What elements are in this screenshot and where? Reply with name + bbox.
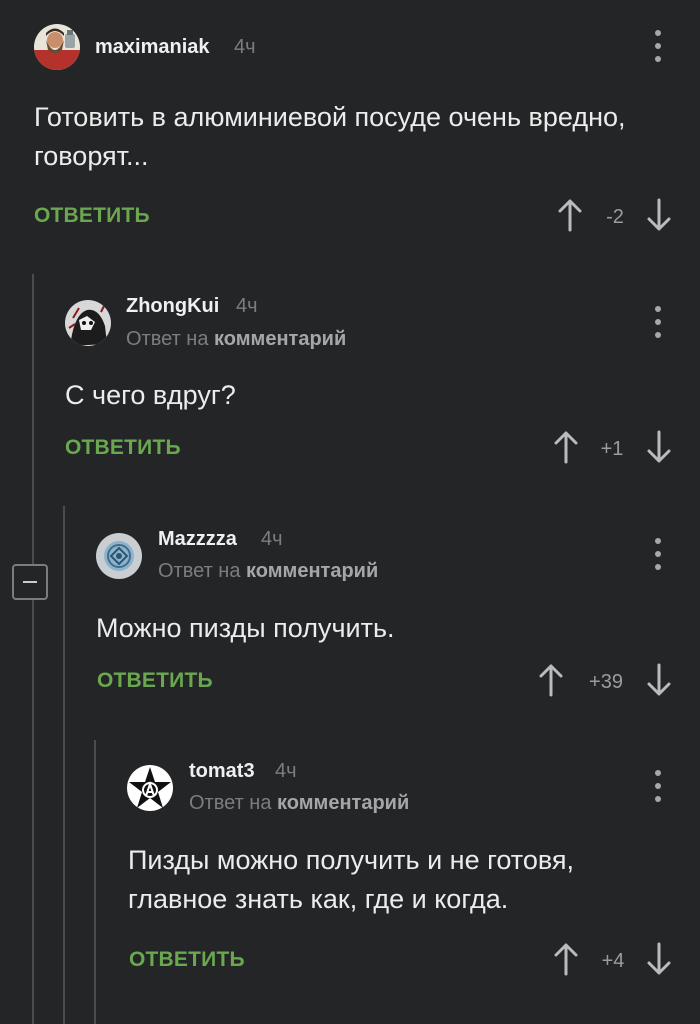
downvote-icon[interactable] bbox=[644, 663, 674, 697]
reply-to-target[interactable]: комментарий bbox=[214, 328, 346, 350]
username[interactable]: Mazzzza bbox=[158, 528, 237, 551]
reply-button[interactable]: ОТВЕТИТЬ bbox=[65, 436, 181, 460]
ink-drawing-avatar-icon bbox=[65, 300, 111, 346]
upvote-icon[interactable] bbox=[536, 663, 566, 697]
comment-time: 4ч bbox=[275, 760, 297, 782]
reply-to-target[interactable]: комментарий bbox=[246, 560, 378, 582]
more-options-icon[interactable] bbox=[649, 30, 667, 62]
comment-text: Пизды можно получить и не готовя, главно… bbox=[128, 845, 575, 914]
score: +39 bbox=[589, 671, 623, 693]
reply-to-link[interactable]: Ответ на комментарий bbox=[158, 560, 378, 583]
downvote-icon[interactable] bbox=[644, 198, 674, 232]
reply-to-link[interactable]: Ответ на комментарий bbox=[126, 328, 346, 351]
score: +4 bbox=[601, 950, 625, 972]
username[interactable]: maximaniak bbox=[95, 36, 210, 59]
more-options-icon[interactable] bbox=[649, 538, 667, 570]
reply-button[interactable]: ОТВЕТИТЬ bbox=[97, 669, 213, 693]
reply-to-prefix: Ответ на bbox=[126, 328, 209, 350]
collapse-thread-button[interactable] bbox=[12, 564, 48, 600]
username[interactable]: tomat3 bbox=[189, 760, 255, 783]
score: +1 bbox=[600, 438, 624, 460]
reply-to-prefix: Ответ на bbox=[158, 560, 241, 582]
upvote-icon[interactable] bbox=[551, 430, 581, 464]
username[interactable]: ZhongKui bbox=[126, 295, 219, 318]
avatar[interactable] bbox=[127, 765, 173, 811]
upvote-icon[interactable] bbox=[551, 942, 581, 976]
more-options-icon[interactable] bbox=[649, 770, 667, 802]
blue-emblem-avatar-icon bbox=[96, 533, 142, 579]
bearded-man-avatar-icon bbox=[34, 24, 80, 70]
minus-icon bbox=[23, 581, 37, 583]
avatar[interactable] bbox=[96, 533, 142, 579]
thread-line-level-2[interactable] bbox=[63, 506, 65, 1024]
avatar[interactable] bbox=[65, 300, 111, 346]
reply-button[interactable]: ОТВЕТИТЬ bbox=[129, 948, 245, 972]
anarchy-star-avatar-icon bbox=[127, 765, 173, 811]
comment-text: Готовить в алюминиевой посуде очень вред… bbox=[34, 102, 626, 171]
comment-text: С чего вдруг? bbox=[65, 380, 236, 410]
comment-time: 4ч bbox=[261, 528, 283, 550]
more-options-icon[interactable] bbox=[649, 306, 667, 338]
avatar[interactable] bbox=[34, 24, 80, 70]
comment-text: Можно пизды получить. bbox=[96, 613, 395, 643]
downvote-icon[interactable] bbox=[644, 942, 674, 976]
reply-to-link[interactable]: Ответ на комментарий bbox=[189, 792, 409, 815]
reply-to-target[interactable]: комментарий bbox=[277, 792, 409, 814]
reply-button[interactable]: ОТВЕТИТЬ bbox=[34, 204, 150, 228]
score: -2 bbox=[606, 206, 624, 228]
downvote-icon[interactable] bbox=[644, 430, 674, 464]
reply-to-prefix: Ответ на bbox=[189, 792, 272, 814]
comment-time: 4ч bbox=[236, 295, 258, 317]
upvote-icon[interactable] bbox=[555, 198, 585, 232]
comment-time: 4ч bbox=[234, 36, 256, 58]
thread-line-level-1[interactable] bbox=[32, 274, 34, 1024]
thread-line-level-3[interactable] bbox=[94, 740, 96, 1024]
